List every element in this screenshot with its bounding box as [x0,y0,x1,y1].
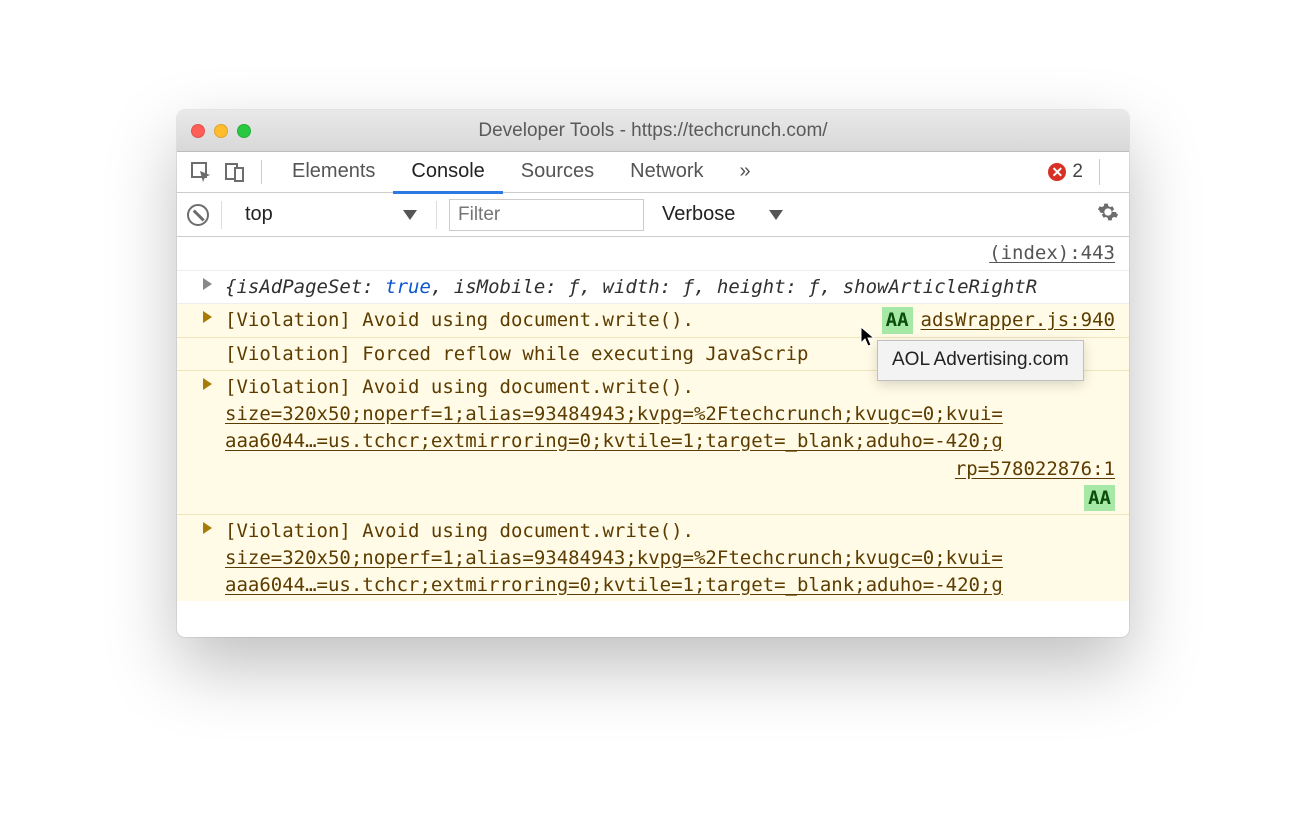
log-level-label: Verbose [662,203,735,226]
filter-input[interactable] [449,199,644,231]
minimize-icon[interactable] [214,124,228,138]
violation-message: [Violation] Avoid using document.write()… [225,307,694,334]
disclosure-triangle-icon[interactable] [203,378,212,390]
tooltip-text: AOL Advertising.com [892,349,1069,370]
request-url-line[interactable]: aaa6044…=us.tchcr;extmirroring=0;kvtile=… [225,572,1115,599]
error-icon: ✕ [1048,163,1066,181]
divider [221,201,222,229]
console-row-violation: [Violation] Avoid using document.write()… [177,371,1129,515]
device-toggle-icon[interactable] [221,161,249,183]
divider [436,201,437,229]
console-output[interactable]: (index):443 {isAdPageSet: true, isMobile… [177,237,1129,637]
console-row-violation: [Violation] Avoid using document.write()… [177,515,1129,601]
source-link-row: (index):443 [177,237,1129,271]
badge-tooltip: AOL Advertising.com [877,340,1084,381]
object-preview-part: {isAdPageSet: [225,276,385,298]
titlebar: Developer Tools - https://techcrunch.com… [177,110,1129,152]
divider [261,160,262,184]
chevron-down-icon [403,210,417,220]
source-link[interactable]: (index):443 [989,242,1115,264]
disclosure-triangle-icon[interactable] [203,278,212,290]
console-row-violation: [Violation] Avoid using document.write()… [177,304,1129,338]
object-preview-part: , isMobile: ƒ, width: ƒ, height: ƒ, show… [431,276,1037,298]
request-url-line[interactable]: aaa6044…=us.tchcr;extmirroring=0;kvtile=… [225,428,1115,455]
request-url-line[interactable]: size=320x50;noperf=1;alias=93484943;kvpg… [225,401,1115,428]
chevron-down-icon [769,210,783,220]
tab-sources[interactable]: Sources [503,152,612,193]
close-icon[interactable] [191,124,205,138]
window-title: Developer Tools - https://techcrunch.com… [177,120,1129,142]
violation-message: [Violation] Forced reflow while executin… [225,343,808,365]
error-counter[interactable]: ✕ 2 [1048,161,1083,183]
ad-badge[interactable]: AA [1084,485,1115,512]
disclosure-triangle-icon[interactable] [203,522,212,534]
violation-message: [Violation] Avoid using document.write()… [225,518,1115,545]
console-filter-bar: top Verbose [177,193,1129,237]
error-count: 2 [1072,161,1083,183]
tab-console[interactable]: Console [393,152,502,194]
tab-network[interactable]: Network [612,152,721,193]
clear-console-icon[interactable] [187,204,209,226]
request-url-line[interactable]: rp=578022876:1 [225,456,1115,483]
zoom-icon[interactable] [237,124,251,138]
log-level-selector[interactable]: Verbose [662,203,783,226]
devtools-window: Developer Tools - https://techcrunch.com… [177,110,1129,637]
panel-tabs: Elements Console Sources Network » [274,152,769,193]
source-link[interactable]: adsWrapper.js:940 [921,307,1115,334]
context-selector[interactable]: top [234,199,424,231]
ad-badge[interactable]: AA [882,307,913,334]
console-row-object: {isAdPageSet: true, isMobile: ƒ, width: … [177,271,1129,305]
settings-icon[interactable] [1097,201,1119,229]
keyword-true: true [385,276,431,298]
window-controls [191,124,251,138]
disclosure-triangle-icon[interactable] [203,311,212,323]
tab-elements[interactable]: Elements [274,152,393,193]
toolbar-menu-divider [1099,159,1119,185]
main-toolbar: Elements Console Sources Network » ✕ 2 [177,152,1129,193]
tab-more[interactable]: » [722,152,769,193]
inspect-element-icon[interactable] [187,161,215,183]
context-label: top [245,203,273,226]
request-url-line[interactable]: size=320x50;noperf=1;alias=93484943;kvpg… [225,545,1115,572]
